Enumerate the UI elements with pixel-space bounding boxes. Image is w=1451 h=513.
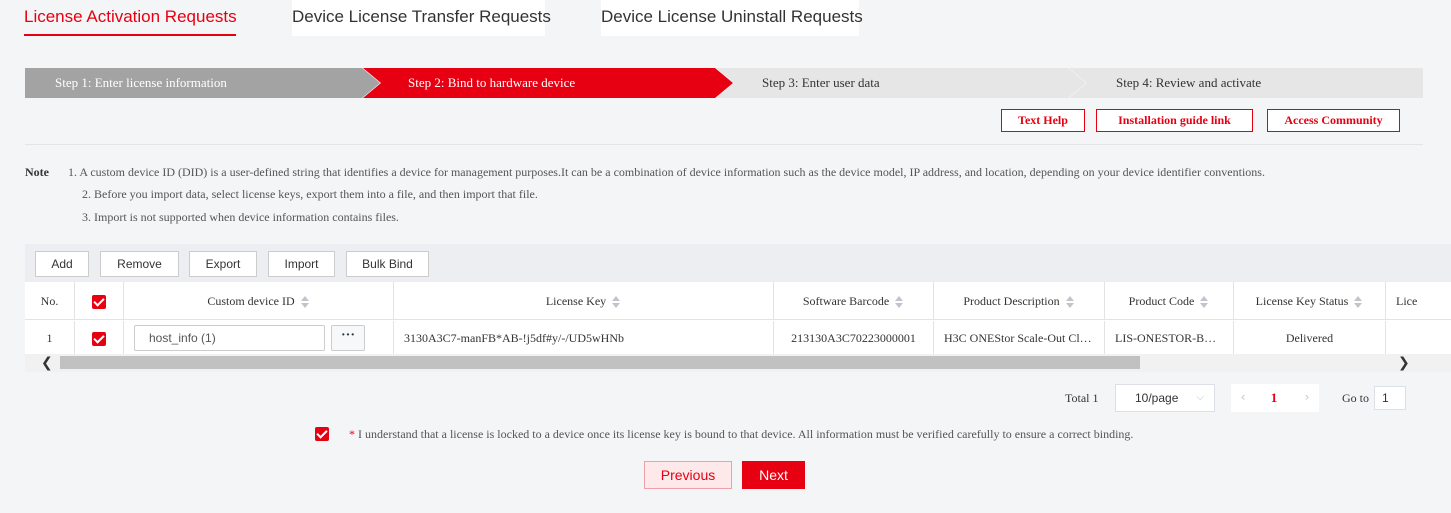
step-2-active: Step 2: Bind to hardware device (363, 68, 733, 98)
import-button[interactable]: Import (268, 251, 335, 277)
header-select-all[interactable] (75, 282, 124, 319)
header-license-key-label: License Key (545, 294, 607, 308)
select-all-checkbox[interactable] (92, 295, 106, 310)
agreement-checkbox[interactable] (315, 427, 329, 441)
sort-icon[interactable] (1200, 296, 1209, 309)
table-toolbar: Add Remove Export Import Bulk Bind (25, 244, 1451, 282)
step-progress: Step 1: Enter license information Step 2… (25, 68, 1423, 98)
header-product-description-label: Product Description (963, 294, 1060, 308)
table-horizontal-scrollbar[interactable]: ❮ ❯ (25, 354, 1451, 372)
text-help-button[interactable]: Text Help (1001, 109, 1085, 132)
step-4: Step 4: Review and activate (1069, 68, 1423, 98)
row-product-code: LIS-ONESTOR-B… (1105, 321, 1234, 354)
sort-icon[interactable] (1354, 296, 1363, 309)
sort-icon[interactable] (612, 296, 621, 309)
scroll-left-icon[interactable]: ❮ (41, 355, 53, 371)
step-1: Step 1: Enter license information (25, 68, 380, 98)
add-button[interactable]: Add (35, 251, 89, 277)
header-product-code-label: Product Code (1128, 294, 1195, 308)
page-size-select[interactable]: 10/page ⌵ (1115, 384, 1215, 412)
installation-guide-button[interactable]: Installation guide link (1096, 109, 1253, 132)
sort-icon[interactable] (895, 296, 904, 309)
row-license-key: 3130A3C7-manFB*AB-!j5df#y/-/UD5wHNb (394, 321, 774, 354)
header-no: No. (25, 282, 75, 319)
step-3: Step 3: Enter user data (716, 68, 1086, 98)
tab-device-license-transfer[interactable]: Device License Transfer Requests (292, 0, 551, 36)
tab-device-license-uninstall[interactable]: Device License Uninstall Requests (601, 0, 863, 36)
export-button[interactable]: Export (189, 251, 257, 277)
page-number-current[interactable]: 1 (1262, 384, 1286, 412)
next-page-icon[interactable]: › (1295, 384, 1319, 412)
header-product-code[interactable]: Product Code (1105, 282, 1234, 319)
note-line-2: 2. Before you import data, select licens… (82, 187, 538, 201)
tab-license-activation[interactable]: License Activation Requests (24, 0, 237, 36)
note-label: Note (25, 165, 49, 179)
header-custom-device-id[interactable]: Custom device ID (124, 282, 394, 319)
goto-label: Go to (1342, 391, 1369, 405)
header-custom-device-id-label: Custom device ID (207, 294, 295, 308)
note-line-1: 1. A custom device ID (DID) is a user-de… (68, 165, 1265, 179)
license-table: No. Custom device ID License Key Softwar… (25, 282, 1451, 354)
pagination-total: Total 1 (1065, 391, 1099, 405)
row-custom-device-id: host_info (1) ··· (124, 321, 394, 354)
divider (25, 144, 1423, 145)
prev-page-icon[interactable]: ‹ (1231, 384, 1255, 412)
table-row: 1 host_info (1) ··· 3130A3C7-manFB*AB-!j… (25, 321, 1451, 354)
row-license-key-status: Delivered (1234, 321, 1386, 354)
sort-icon[interactable] (300, 296, 310, 309)
row-product-description: H3C ONEStor Scale-Out Cl… (934, 321, 1105, 354)
bulk-bind-button[interactable]: Bulk Bind (346, 251, 429, 277)
row-no: 1 (25, 321, 75, 354)
header-software-barcode[interactable]: Software Barcode (774, 282, 934, 319)
chevron-down-icon: ⌵ (1196, 392, 1204, 403)
header-license-key-status[interactable]: License Key Status (1234, 282, 1386, 319)
header-product-description[interactable]: Product Description (934, 282, 1105, 319)
sort-icon[interactable] (1065, 296, 1075, 309)
header-license-key-status-label: License Key Status (1255, 294, 1349, 308)
header-more-column: Lice (1396, 294, 1418, 308)
note-line-3: 3. Import is not supported when device i… (82, 210, 399, 224)
device-info-more-button[interactable]: ··· (331, 325, 365, 351)
access-community-button[interactable]: Access Community (1267, 109, 1400, 132)
custom-device-id-input[interactable]: host_info (1) (134, 325, 325, 351)
agreement-text: * I understand that a license is locked … (349, 427, 1133, 442)
goto-page-input[interactable]: 1 (1374, 386, 1406, 410)
row-more-column (1386, 321, 1451, 354)
request-tabs: License Activation Requests Device Licen… (0, 0, 1451, 38)
row-checkbox[interactable] (92, 332, 106, 347)
agreement-label: I understand that a license is locked to… (355, 427, 1134, 441)
page-size-value: 10/page (1135, 391, 1179, 405)
header-license-key[interactable]: License Key (394, 282, 774, 319)
scroll-right-icon[interactable]: ❯ (1398, 355, 1410, 371)
header-software-barcode-label: Software Barcode (802, 294, 890, 308)
scrollbar-thumb[interactable] (60, 356, 1140, 369)
table-header: No. Custom device ID License Key Softwar… (25, 282, 1451, 320)
next-button[interactable]: Next (742, 461, 805, 489)
row-software-barcode: 213130A3C70223000001 (774, 321, 934, 354)
remove-button[interactable]: Remove (100, 251, 179, 277)
previous-button[interactable]: Previous (644, 461, 732, 489)
row-select[interactable] (75, 321, 124, 354)
